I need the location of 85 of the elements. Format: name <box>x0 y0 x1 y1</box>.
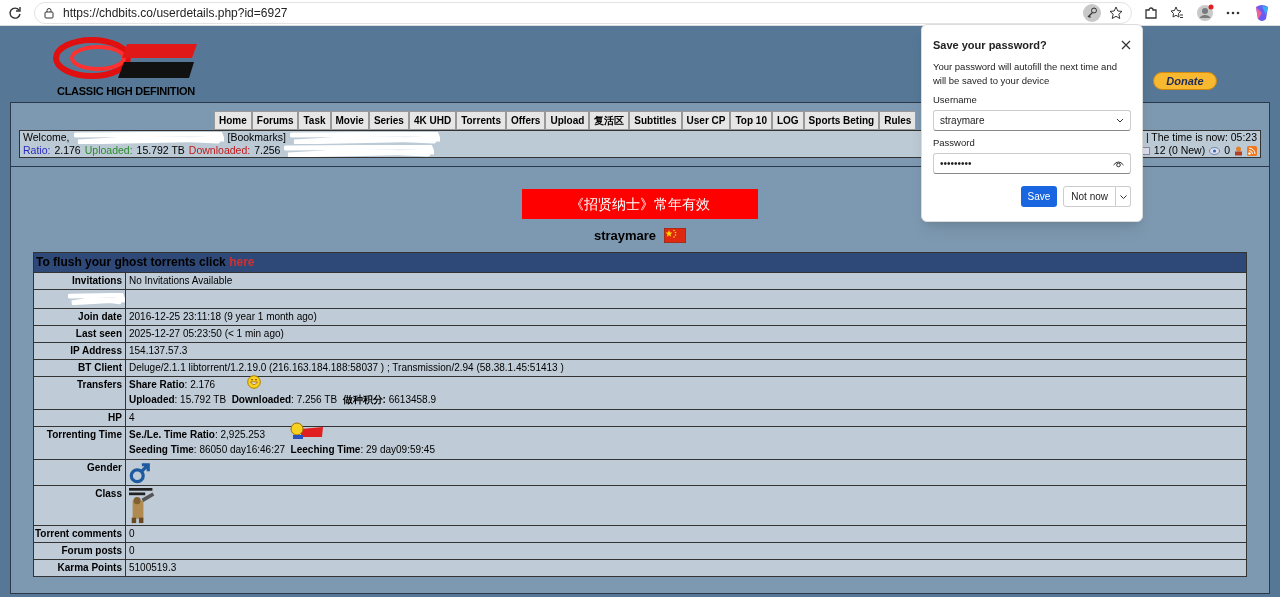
nav-tab[interactable]: 复活区 <box>589 111 630 130</box>
eye-icon[interactable] <box>1113 159 1124 168</box>
save-button[interactable]: Save <box>1020 186 1058 207</box>
field-label: Password <box>933 135 976 150</box>
row-label: Transfers <box>76 378 122 390</box>
nav-tab[interactable]: Offers <box>505 111 546 130</box>
row-label: Torrent comments <box>34 527 122 539</box>
cell-value: No Invitations Available <box>129 273 233 287</box>
not-now-button[interactable]: Not now <box>1063 186 1116 207</box>
cell-value: Deluge/2.1.1 libtorrent/1.2.19.0 (216.163.184.188:58037 ) ; Transmission/2.94 (58.38.1.45:51413 ) <box>129 360 564 374</box>
nav-tab[interactable]: LOG <box>771 111 804 130</box>
nav-tab[interactable]: Subtitles <box>629 111 682 130</box>
nav-tab[interactable]: Top 10 <box>730 111 772 130</box>
profile-username: straymare <box>593 227 657 245</box>
url-field[interactable]: https://chdbits.co/userdetails.php?id=6927 <box>34 1 1132 24</box>
male-symbol-icon <box>129 461 151 484</box>
cell-value: 2025-12-27 05:23:50 (< 1 min ago) <box>129 326 284 340</box>
row-label: Torrenting Time <box>46 428 122 440</box>
lock-icon[interactable] <box>43 6 55 19</box>
caret-icon[interactable] <box>1119 194 1127 199</box>
nav-tab[interactable]: 4K UHD <box>408 111 457 130</box>
dialog-title: Save your password? <box>933 38 1047 53</box>
reload-icon[interactable] <box>8 5 22 20</box>
row-label: Karma Points <box>57 561 122 573</box>
cell-value: 154.137.57.3 <box>129 343 188 357</box>
redaction-scribble <box>68 292 125 305</box>
cell-value: 5100519.3 <box>129 560 177 574</box>
eye-icon <box>1209 146 1221 155</box>
user-bar-text: 7.256 <box>254 144 281 157</box>
nav-tab[interactable]: Rules <box>879 111 917 130</box>
username-field[interactable]: straymare <box>933 109 1131 131</box>
nav-tab[interactable]: Sports Beting <box>803 111 880 130</box>
row-label: Invitations <box>72 274 122 286</box>
nav-tab[interactable]: Task <box>298 111 331 130</box>
stat-label: Uploaded: <box>84 144 133 157</box>
row-label: IP Address <box>70 344 122 356</box>
lying-figure-icon <box>289 422 324 440</box>
row-label: HP <box>108 411 122 423</box>
server-time: | The time is now: 05:23 <box>1145 131 1257 144</box>
message-count[interactable]: 12 (0 New) <box>1153 144 1206 157</box>
watch-count[interactable]: 0 <box>1224 144 1230 157</box>
recruitment-banner: 《招贤纳士》常年有效 <box>522 189 758 219</box>
people-icon[interactable] <box>1234 145 1243 156</box>
user-bar-text: 15.792 TB <box>136 144 185 157</box>
cell-value: 0 <box>129 526 135 540</box>
donate-button[interactable]: Donate <box>1153 72 1217 90</box>
flag-icon <box>664 228 687 244</box>
password-field[interactable]: ••••••••• <box>933 153 1131 174</box>
row-label: Last seen <box>75 327 122 339</box>
close-icon[interactable] <box>1121 40 1131 51</box>
more-icon[interactable] <box>1226 10 1240 15</box>
smiley-icon <box>247 375 262 389</box>
nav-tab[interactable]: Torrents <box>456 111 506 130</box>
field-label: Username <box>933 92 978 107</box>
table-header: To flush your ghost torrents click here <box>36 255 255 269</box>
logo-tagline: CLASSIC HIGH DEFINITION <box>57 84 195 99</box>
row-label: Join date <box>78 310 122 322</box>
nav-tab[interactable]: Series <box>368 111 409 130</box>
row-label: Forum posts <box>61 544 122 556</box>
nav-tab[interactable]: User CP <box>681 111 731 130</box>
cell-value: Uploaded: 15.792 TB Downloaded: 7.256 TB 做种积分: 6613458.9 <box>129 392 436 406</box>
nav-tab[interactable]: Home <box>214 111 252 130</box>
cell-value: Seeding Time: 86050 day16:46:27 Leeching Time: 29 day09:59:45 <box>129 442 435 456</box>
nav-tab[interactable]: Upload <box>545 111 590 130</box>
user-bar-text: Welcome, <box>23 131 70 144</box>
cell-value: 4 <box>129 410 135 424</box>
star-icon[interactable] <box>1109 5 1123 20</box>
stat-label: Downloaded: <box>188 144 251 157</box>
user-bar-text: [Bookmarks] <box>227 131 286 144</box>
profile-icon[interactable] <box>1196 3 1214 22</box>
row-label: Gender <box>87 461 122 473</box>
nav-tab[interactable]: Movie <box>330 111 369 130</box>
key-icon[interactable] <box>1083 3 1101 22</box>
cell-value: 2016-12-25 23:11:18 (9 year 1 month ago) <box>129 309 317 323</box>
stat-label: Ratio: <box>23 144 51 157</box>
user-bar-text: 2.176 <box>54 144 81 157</box>
cell-value: Se./Le. Time Ratio: 2,925.253 <box>129 427 265 441</box>
cell-value: 0 <box>129 543 135 557</box>
caret-icon[interactable] <box>1116 117 1124 123</box>
row-label: Class <box>95 487 122 499</box>
nav-tab[interactable]: Forums <box>251 111 299 130</box>
dialog-description: Your password will autofill the next time and will be saved to your device <box>933 59 1118 88</box>
cell-value: Share Ratio: 2.176 <box>129 377 216 391</box>
row-label: BT Client <box>78 361 122 373</box>
favorites-icon[interactable] <box>1170 5 1184 20</box>
